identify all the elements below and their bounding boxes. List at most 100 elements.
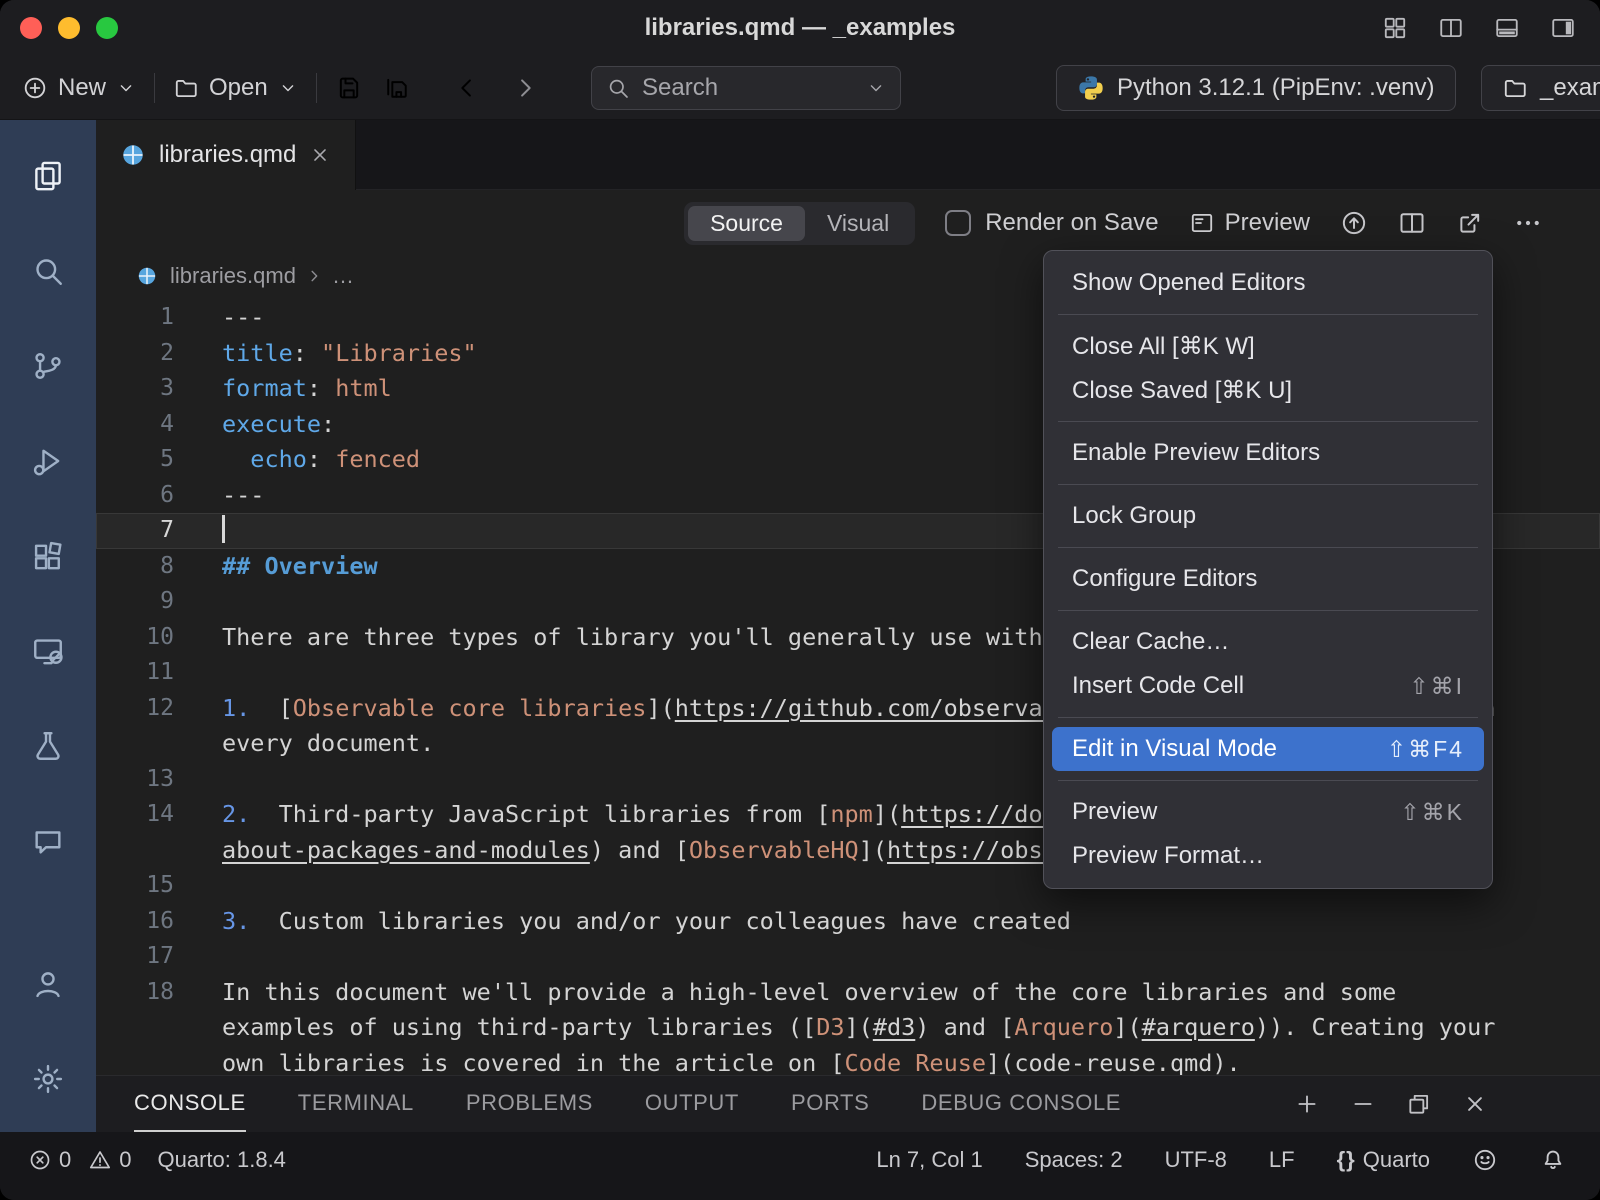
menu-item-configure-editors[interactable]: Configure Editors — [1052, 557, 1484, 601]
tab-label: libraries.qmd — [159, 141, 296, 169]
search-input[interactable]: Search — [591, 66, 901, 110]
cursor-position[interactable]: Ln 7, Col 1 — [876, 1147, 982, 1173]
quarto-file-icon — [136, 265, 158, 287]
activity-settings-button[interactable] — [0, 1031, 96, 1126]
panel-tab-output[interactable]: OUTPUT — [645, 1076, 739, 1132]
source-mode-button[interactable]: Source — [688, 206, 805, 241]
panel-tab-ports[interactable]: PORTS — [791, 1076, 869, 1132]
open-button[interactable]: Open — [173, 74, 298, 102]
interpreter-selector[interactable]: Python 3.12.1 (PipEnv: .venv) — [1056, 65, 1456, 111]
quarto-version[interactable]: Quarto: 1.8.4 — [158, 1147, 286, 1173]
menu-item-close-all-k-w[interactable]: Close All [⌘K W] — [1052, 324, 1484, 368]
menu-item-close-saved-k-u[interactable]: Close Saved [⌘K U] — [1052, 368, 1484, 412]
menu-item-edit-in-visual-mode[interactable]: Edit in Visual Mode⇧⌘F4 — [1052, 727, 1484, 771]
activity-chat-button[interactable] — [0, 793, 96, 888]
panel-close-icon[interactable] — [1462, 1091, 1488, 1117]
panel-restore-icon[interactable] — [1406, 1091, 1432, 1117]
chevron-right-icon — [304, 266, 324, 286]
save-all-icon[interactable] — [383, 74, 411, 102]
breadcrumb-file[interactable]: libraries.qmd — [170, 263, 296, 289]
editor-toolbar: Source Visual Render on Save Preview — [96, 190, 1600, 256]
activity-extensions-button[interactable] — [0, 508, 96, 603]
navigate-back-icon[interactable] — [453, 74, 481, 102]
new-button[interactable]: New — [22, 74, 136, 102]
panel-minimize-icon[interactable] — [1350, 1091, 1376, 1117]
navigate-forward-icon[interactable] — [511, 74, 539, 102]
panel-tab-console[interactable]: CONSOLE — [134, 1076, 246, 1132]
toolbar-divider — [316, 73, 317, 103]
line-number: 4 — [96, 407, 174, 443]
chevron-down-icon — [116, 78, 136, 98]
toggle-secondary-sidebar-icon[interactable] — [1550, 15, 1576, 41]
panel-add-icon[interactable] — [1294, 1091, 1320, 1117]
save-icon[interactable] — [335, 74, 363, 102]
menu-separator — [1058, 484, 1478, 485]
editor-line[interactable]: 18In this document we'll provide a high-… — [96, 975, 1600, 1011]
code-text — [222, 939, 1600, 975]
warning-icon — [88, 1148, 112, 1172]
eol-setting[interactable]: LF — [1269, 1147, 1295, 1173]
split-editor-icon[interactable] — [1398, 209, 1426, 237]
menu-item-insert-code-cell[interactable]: Insert Code Cell⇧⌘I — [1052, 664, 1484, 708]
problems-indicator[interactable]: 0 0 — [28, 1147, 132, 1173]
app-window: libraries.qmd — _examples New Open Searc… — [0, 0, 1600, 1200]
line-number: 12 — [96, 691, 174, 727]
editor-line[interactable]: 17 — [96, 939, 1600, 975]
workspace-selector[interactable]: _examples — [1481, 65, 1600, 111]
tab-libraries-qmd[interactable]: libraries.qmd — [96, 120, 356, 190]
close-tab-icon[interactable] — [309, 144, 331, 166]
zoom-window-button[interactable] — [96, 17, 118, 39]
menu-item-lock-group[interactable]: Lock Group — [1052, 494, 1484, 538]
panel-tab-problems[interactable]: PROBLEMS — [466, 1076, 593, 1132]
split-layout-icon[interactable] — [1438, 15, 1464, 41]
minimize-window-button[interactable] — [58, 17, 80, 39]
notifications-bell-icon[interactable] — [1540, 1147, 1566, 1173]
line-number — [96, 726, 174, 762]
visual-mode-button[interactable]: Visual — [805, 206, 911, 241]
warning-count: 0 — [119, 1147, 131, 1173]
more-actions-icon[interactable] — [1514, 209, 1542, 237]
menu-item-enable-preview-editors[interactable]: Enable Preview Editors — [1052, 431, 1484, 475]
activity-search-button[interactable] — [0, 223, 96, 318]
panel-tab-debug-console[interactable]: DEBUG CONSOLE — [921, 1076, 1121, 1132]
editor-line[interactable]: 16 3. Custom libraries you and/or your co… — [96, 904, 1600, 940]
activity-explorer-button[interactable] — [0, 128, 96, 223]
activity-sessions-button[interactable] — [0, 603, 96, 698]
encoding-setting[interactable]: UTF-8 — [1165, 1147, 1227, 1173]
open-label: Open — [209, 74, 268, 102]
menu-item-show-opened-editors[interactable]: Show Opened Editors — [1052, 261, 1484, 305]
window-controls — [0, 17, 118, 39]
menu-item-preview-format[interactable]: Preview Format… — [1052, 834, 1484, 878]
plus-circle-icon — [22, 75, 48, 101]
panel-tab-terminal[interactable]: TERMINAL — [298, 1076, 414, 1132]
python-icon — [1077, 74, 1105, 102]
activity-account-button[interactable] — [0, 936, 96, 1031]
customize-layout-icon[interactable] — [1382, 15, 1408, 41]
preview-button[interactable]: Preview — [1189, 209, 1310, 237]
menu-separator — [1058, 780, 1478, 781]
indentation-setting[interactable]: Spaces: 2 — [1025, 1147, 1123, 1173]
render-on-save-checkbox[interactable] — [945, 210, 971, 236]
feedback-smiley-icon[interactable] — [1472, 1147, 1498, 1173]
line-number: 16 — [96, 904, 174, 940]
toggle-panel-icon[interactable] — [1494, 15, 1520, 41]
line-number — [96, 833, 174, 869]
publish-icon[interactable] — [1340, 209, 1368, 237]
source-visual-toggle: Source Visual — [684, 202, 915, 245]
line-number: 2 — [96, 336, 174, 372]
line-number: 11 — [96, 655, 174, 691]
menu-item-preview[interactable]: Preview⇧⌘K — [1052, 790, 1484, 834]
close-window-button[interactable] — [20, 17, 42, 39]
menu-separator — [1058, 717, 1478, 718]
line-number: 6 — [96, 478, 174, 514]
code-text: 3. Custom libraries you and/or your coll… — [222, 904, 1600, 940]
language-mode[interactable]: {} Quarto — [1337, 1147, 1430, 1173]
editor-line[interactable]: examples of using third-party libraries … — [96, 1010, 1600, 1046]
breadcrumb-more[interactable]: … — [332, 263, 354, 289]
activity-run-debug-button[interactable] — [0, 413, 96, 508]
open-in-new-window-icon[interactable] — [1456, 209, 1484, 237]
menu-item-clear-cache[interactable]: Clear Cache… — [1052, 620, 1484, 664]
activity-source-control-button[interactable] — [0, 318, 96, 413]
editor-line[interactable]: own libraries is covered in the article … — [96, 1046, 1600, 1076]
activity-testing-button[interactable] — [0, 698, 96, 793]
